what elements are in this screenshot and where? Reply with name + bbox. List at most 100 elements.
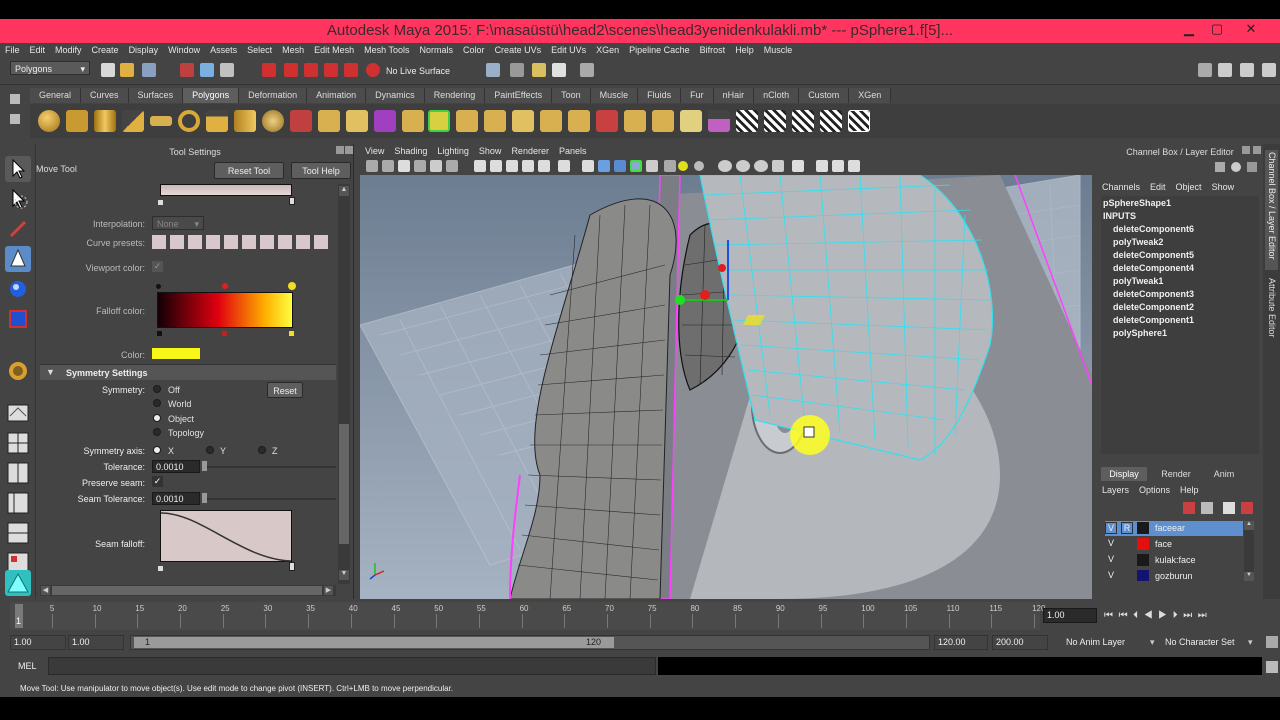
play-backwards-icon[interactable]: ◀ [1144, 610, 1153, 621]
camera-attributes-icon[interactable] [382, 160, 394, 172]
tab-dynamics[interactable]: Dynamics [366, 88, 425, 103]
shelf-editor-icon[interactable] [10, 114, 20, 124]
symmetry-topology-radio[interactable] [153, 428, 161, 436]
extrude-face-icon[interactable] [456, 110, 478, 132]
modeling-toolkit-icon[interactable] [5, 570, 31, 596]
go-to-end-icon[interactable]: ⏭ [1198, 610, 1207, 621]
command-language-label[interactable]: MEL [18, 661, 37, 671]
layer-menu-options[interactable]: Options [1134, 483, 1175, 495]
tab-general[interactable]: General [30, 88, 82, 103]
layer-color-swatch[interactable] [1137, 554, 1149, 566]
tab-display[interactable]: Display [1101, 467, 1147, 481]
anti-aliasing-icon[interactable] [816, 160, 828, 172]
layer-row[interactable]: V kulak:face [1105, 553, 1243, 568]
layout-graph-icon[interactable] [5, 520, 31, 546]
layout-outliner-icon[interactable] [5, 490, 31, 516]
maximize-button[interactable]: ▢ [1206, 21, 1228, 39]
attribute-editor-toggle-icon[interactable] [1218, 63, 1232, 77]
camera-select-icon[interactable] [366, 160, 378, 172]
script-editor-icon[interactable] [1266, 661, 1278, 673]
history-node[interactable]: deleteComponent6 [1113, 224, 1194, 234]
history-node[interactable]: deleteComponent5 [1113, 250, 1194, 260]
smooth-proxy-icon[interactable] [374, 110, 396, 132]
tab-polygons[interactable]: Polygons [183, 88, 240, 103]
cb-manip-icon[interactable] [1231, 162, 1241, 172]
history-node[interactable]: deleteComponent1 [1113, 315, 1194, 325]
interpolation-dropdown[interactable]: None ▾ [152, 216, 204, 230]
poly-prism-icon[interactable] [206, 110, 228, 132]
gradient-key-black[interactable] [156, 284, 161, 289]
select-object-icon[interactable] [200, 63, 214, 77]
gradient-stop-red[interactable] [222, 331, 227, 336]
tab-animation[interactable]: Animation [307, 88, 367, 103]
gradient-key-yellow[interactable] [288, 282, 296, 290]
ipr-render-icon[interactable] [580, 63, 594, 77]
select-component-icon[interactable] [220, 63, 234, 77]
interactive-split-icon[interactable] [428, 110, 450, 132]
step-back-frame-icon[interactable]: ⏴ [1133, 610, 1138, 621]
curve-key-end[interactable] [289, 197, 295, 205]
float-panel-icon[interactable] [1242, 146, 1250, 154]
viewport-menu-renderer[interactable]: Renderer [506, 144, 554, 156]
side-tab-channel-box[interactable]: Channel Box / Layer Editor [1265, 150, 1278, 270]
layer-color-swatch[interactable] [1137, 570, 1149, 581]
layer-color-swatch[interactable] [1137, 538, 1149, 550]
field-chart-icon[interactable] [538, 160, 550, 172]
isolate-select-icon[interactable] [694, 161, 704, 171]
history-node[interactable]: polyTweak2 [1113, 237, 1163, 247]
layer-row[interactable]: V gozburun [1105, 569, 1243, 581]
new-scene-icon[interactable] [101, 63, 115, 77]
tab-fluids[interactable]: Fluids [638, 88, 682, 103]
paint-select-tool-icon[interactable] [5, 216, 31, 242]
viewport-menu-lighting[interactable]: Lighting [432, 144, 474, 156]
spherical-map-icon[interactable] [820, 110, 842, 132]
poke-icon[interactable] [652, 110, 674, 132]
duplicate-face-icon[interactable] [680, 110, 702, 132]
curve-preset-ramp[interactable] [314, 235, 328, 249]
new-layer-icon[interactable] [1223, 502, 1235, 514]
layer-visibility-toggle[interactable]: V [1105, 538, 1117, 550]
construction-history-icon[interactable] [510, 63, 524, 77]
axis-z-radio[interactable] [258, 446, 266, 454]
cb-speed-icon[interactable] [1247, 162, 1257, 172]
cb-menu-edit[interactable]: Edit [1145, 180, 1171, 192]
command-input[interactable] [48, 657, 656, 675]
ambient-occlusion-icon[interactable] [772, 160, 784, 172]
curve-preset-spike[interactable] [260, 235, 274, 249]
layer-visibility-toggle[interactable]: V [1105, 554, 1117, 566]
textured-icon[interactable] [646, 160, 658, 172]
seam-key-start[interactable] [158, 566, 163, 571]
layer-visibility-toggle[interactable]: V [1105, 522, 1117, 534]
falloff-curve-graph[interactable] [160, 184, 292, 196]
menu-mesh[interactable]: Mesh [277, 43, 309, 55]
bevel-icon[interactable] [540, 110, 562, 132]
tool-settings-hscrollbar[interactable]: ◀ ▶ [40, 585, 336, 596]
merge-icon[interactable] [568, 110, 590, 132]
animation-preferences-icon[interactable] [1266, 636, 1278, 648]
menu-edit-mesh[interactable]: Edit Mesh [309, 43, 359, 55]
color-swatch[interactable] [152, 348, 200, 359]
vscroll-thumb[interactable] [339, 424, 349, 544]
menu-edit[interactable]: Edit [25, 43, 51, 55]
tab-toon[interactable]: Toon [552, 88, 591, 103]
viewport-menu-panels[interactable]: Panels [554, 144, 592, 156]
seam-tolerance-field[interactable]: 0.0010 [152, 492, 200, 505]
range-slider-bar-fill[interactable] [134, 637, 614, 648]
tab-deformation[interactable]: Deformation [239, 88, 308, 103]
tolerance-slider-handle[interactable] [202, 461, 207, 471]
layout-single-icon[interactable] [5, 400, 31, 426]
snap-curve-icon[interactable] [284, 63, 298, 77]
tool-settings-vscrollbar[interactable]: ▲ ▼ [338, 184, 350, 584]
shadows-icon[interactable] [678, 161, 688, 171]
layer-move-down-icon[interactable] [1201, 502, 1213, 514]
move-tool-icon[interactable] [5, 246, 31, 272]
cb-menu-show[interactable]: Show [1207, 180, 1240, 192]
tab-muscle[interactable]: Muscle [590, 88, 639, 103]
hud-icon[interactable] [848, 160, 860, 172]
axis-x-radio[interactable] [153, 446, 161, 454]
select-tool-icon[interactable] [5, 156, 31, 182]
wireframe-on-shaded-icon[interactable] [630, 160, 642, 172]
animation-end-field[interactable]: 200.00 [992, 635, 1048, 650]
layer-reference-toggle[interactable] [1121, 570, 1133, 581]
tool-help-button[interactable]: Tool Help [291, 162, 351, 179]
